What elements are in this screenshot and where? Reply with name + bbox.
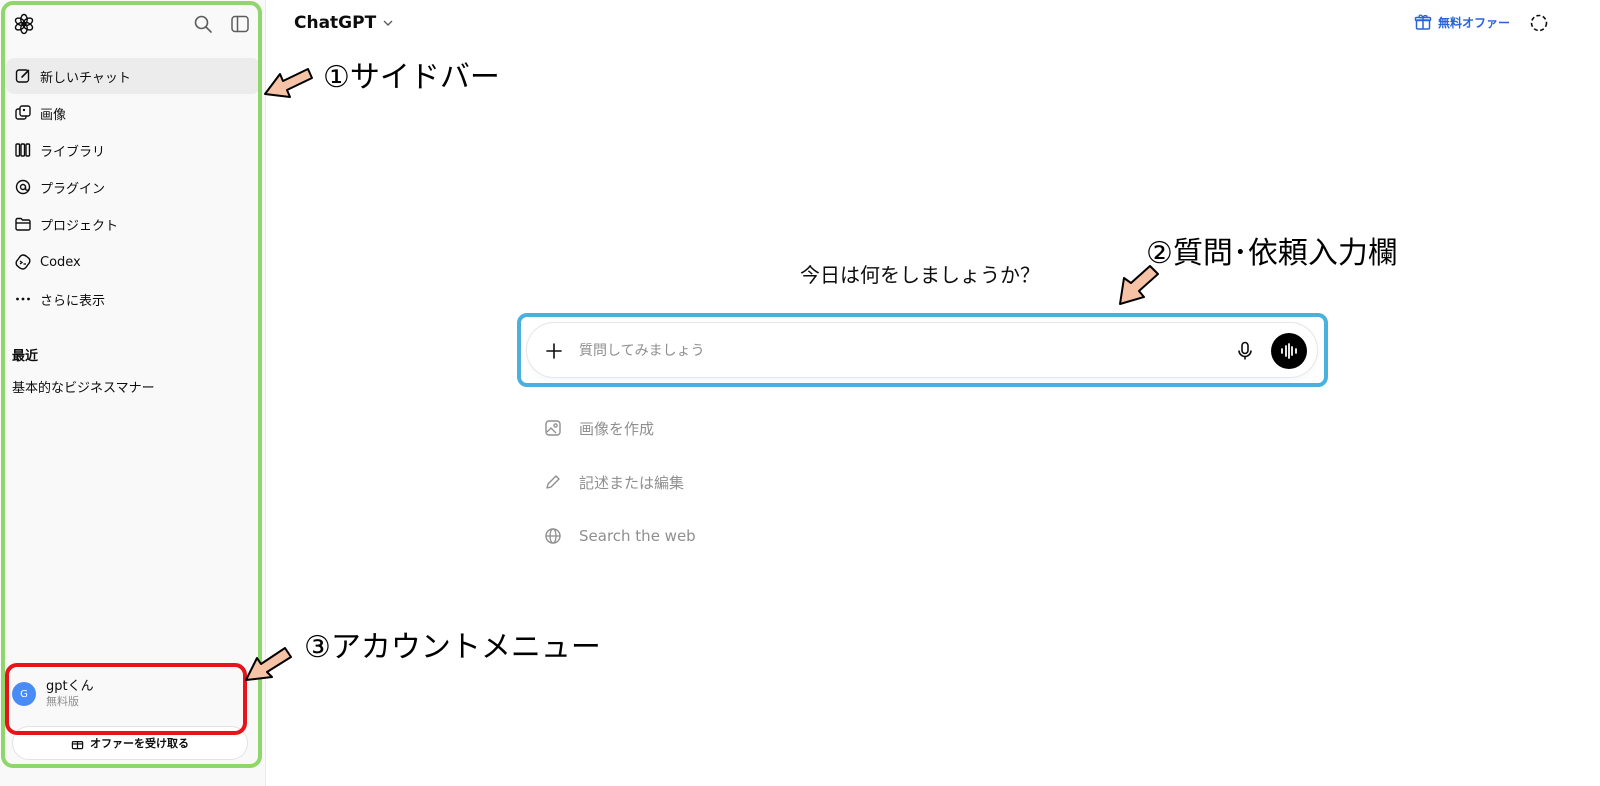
sidebar-highlight-box	[1, 1, 262, 768]
greeting-heading: 今日は何をしましょうか？	[800, 263, 1040, 287]
suggestion-write-edit[interactable]: 記述または編集	[543, 470, 684, 494]
free-offer-link[interactable]: 無料オファー	[1414, 13, 1510, 31]
suggestion-label: 画像を作成	[579, 419, 655, 438]
suggestion-label: 記述または編集	[579, 473, 685, 492]
input-highlight-box	[517, 313, 1328, 387]
arrow-left-icon	[264, 68, 313, 98]
pencil-icon	[543, 472, 563, 492]
temporary-chat-icon[interactable]	[1529, 13, 1549, 33]
globe-icon	[543, 526, 563, 546]
sidebar-annotation: ①サイドバー	[323, 60, 500, 95]
account-annotation: ③アカウントメニュー	[304, 630, 601, 665]
chevron-down-icon	[383, 20, 393, 26]
suggestion-search-web[interactable]: Search the web	[543, 524, 696, 548]
arrow-left-icon	[245, 647, 292, 681]
suggestion-label: Search the web	[579, 527, 696, 545]
gift-icon	[1414, 14, 1432, 30]
image-create-icon	[543, 418, 563, 438]
account-highlight-box	[5, 663, 247, 735]
suggestion-create-image[interactable]: 画像を作成	[543, 416, 654, 440]
chatgpt-window: 新しいチャット 画像 ライブラリ プラグイン プロジェクト Codex さらに表…	[0, 0, 1600, 786]
input-annotation: ②質問･依頼入力欄	[1146, 236, 1398, 271]
model-selector[interactable]: ChatGPT	[294, 13, 394, 33]
model-name: ChatGPT	[294, 13, 377, 33]
free-offer-label: 無料オファー	[1438, 15, 1511, 30]
